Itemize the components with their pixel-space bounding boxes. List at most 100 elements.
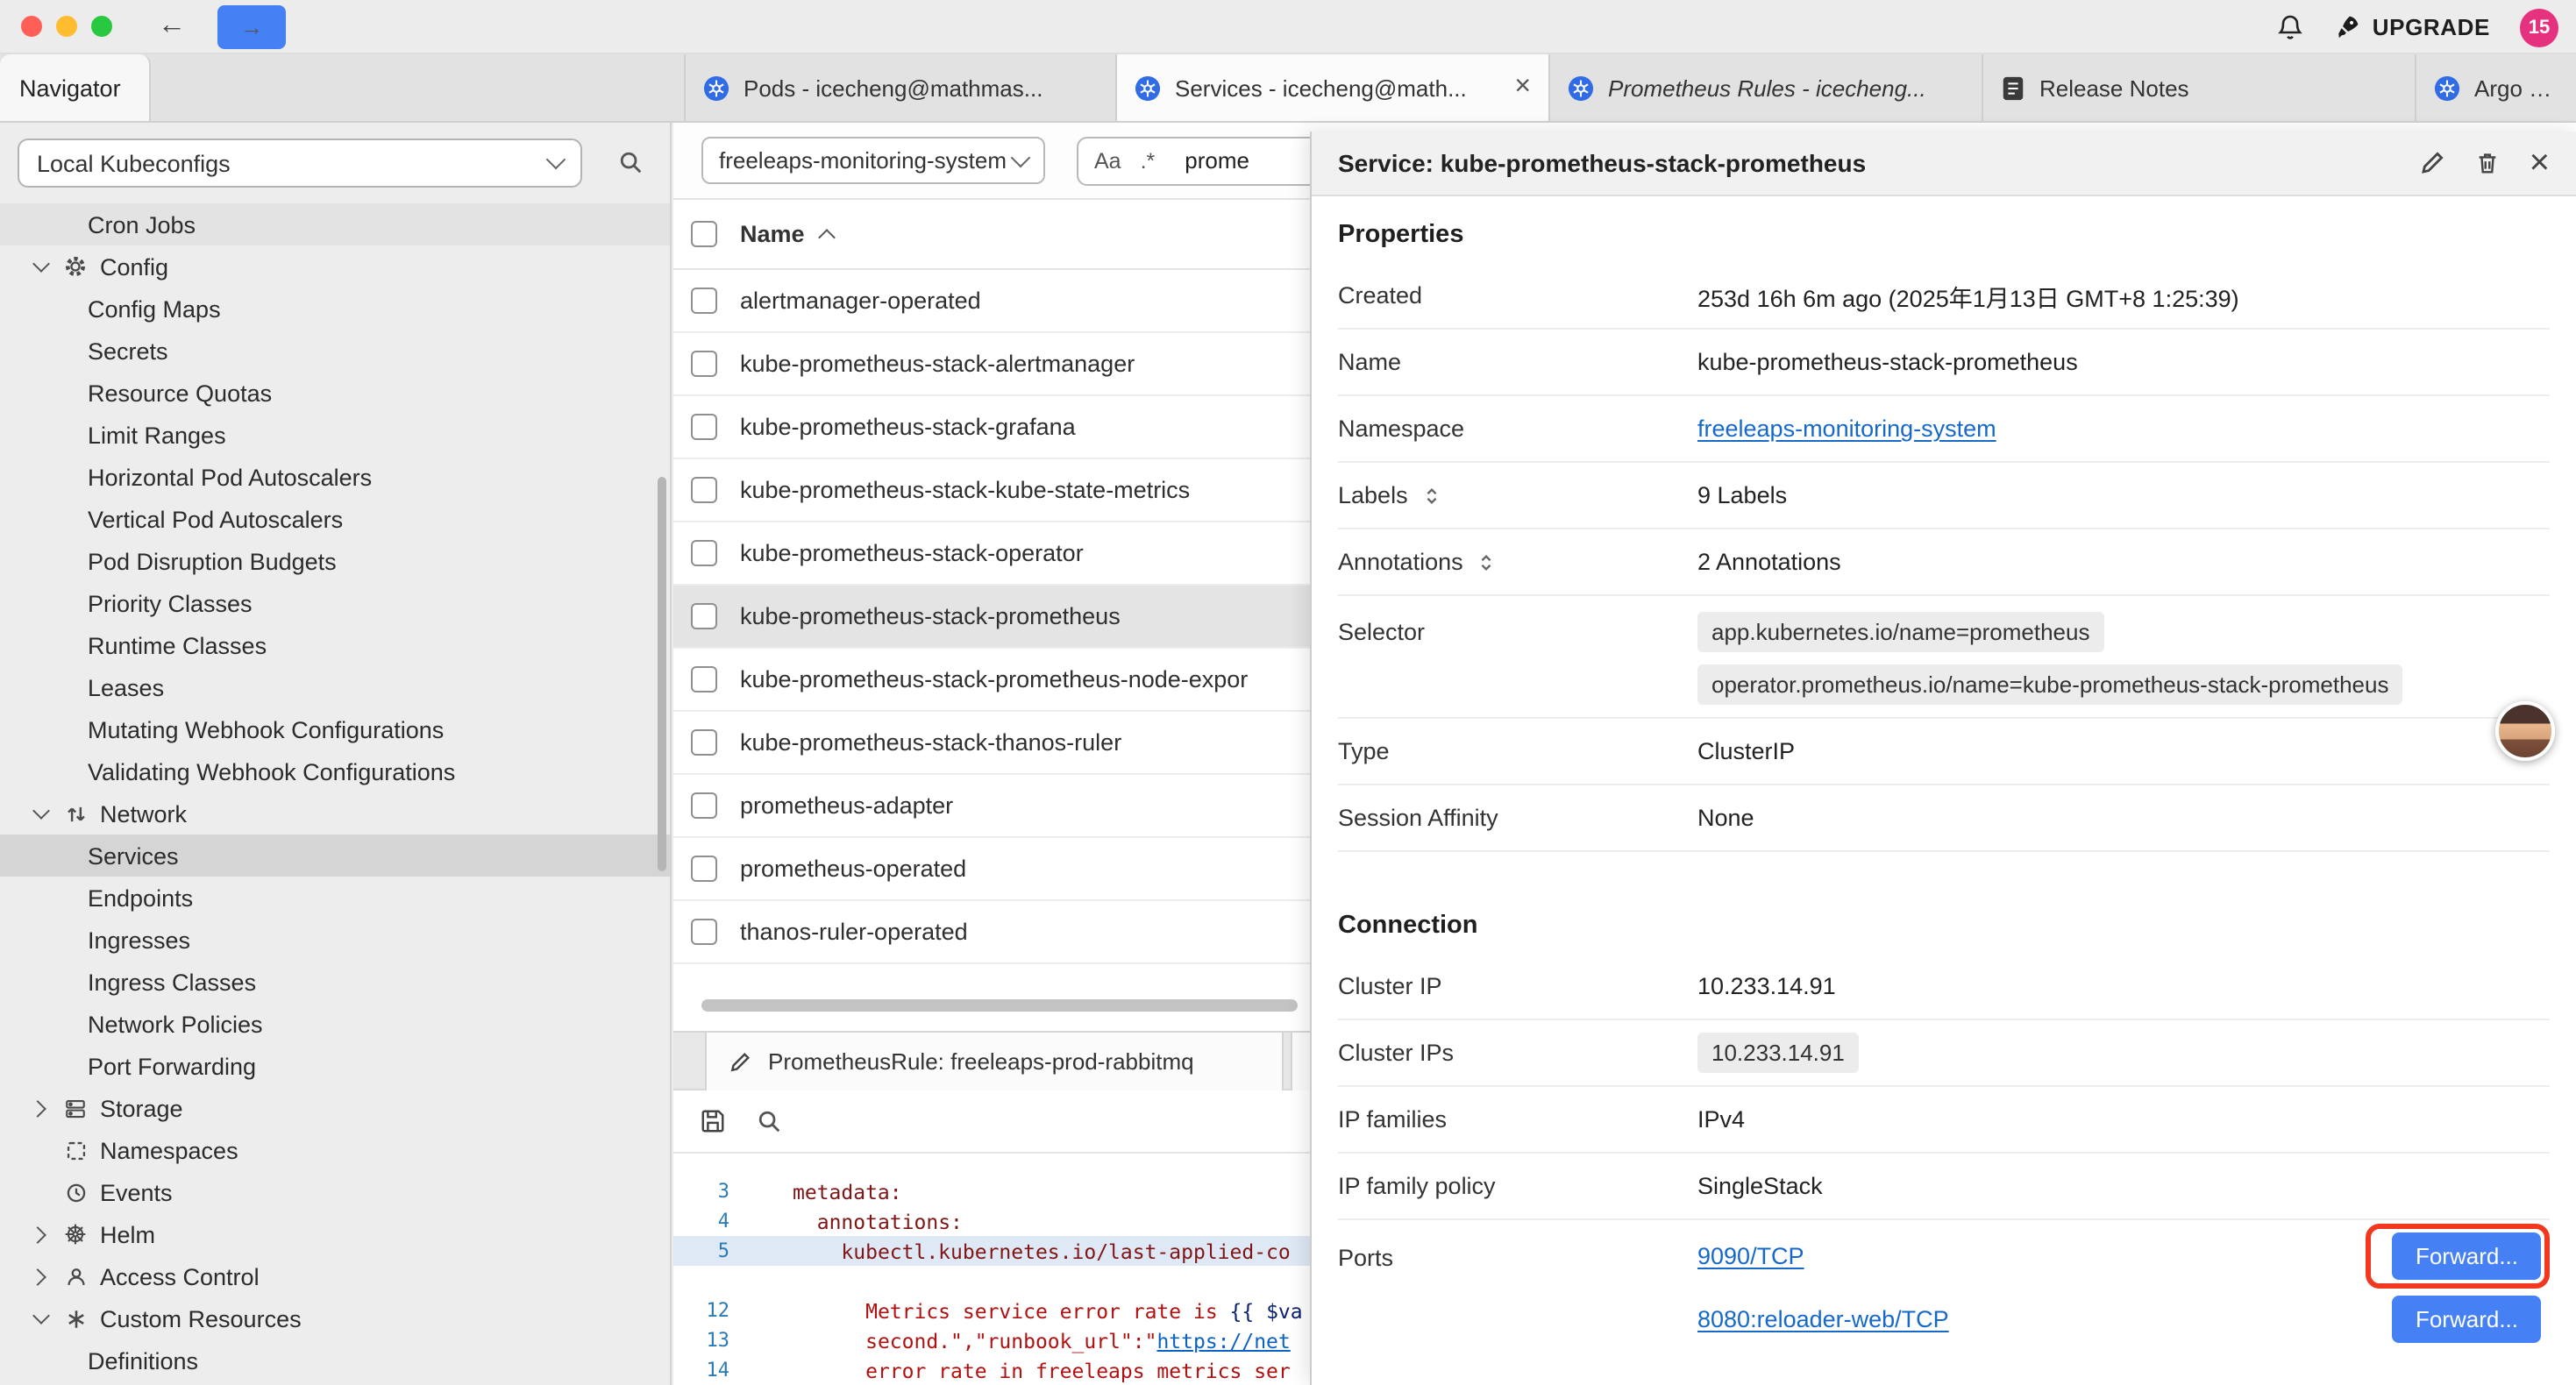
sidebar-item-limit-ranges[interactable]: Limit Ranges	[0, 414, 672, 456]
chevron-down-icon[interactable]	[25, 1297, 56, 1339]
sidebar-item-resource-quotas[interactable]: Resource Quotas	[0, 372, 672, 414]
annotations-label: Annotations	[1338, 549, 1463, 575]
row-checkbox[interactable]	[691, 792, 717, 819]
search-icon[interactable]	[617, 149, 644, 175]
tab-release-notes[interactable]: Release Notes	[1983, 54, 2416, 121]
sidebar-scrollbar-thumb[interactable]	[658, 477, 666, 871]
sort-ascending-icon[interactable]	[818, 229, 836, 246]
namespace-link[interactable]: freeleaps-monitoring-system	[1697, 416, 1996, 442]
sidebar-item-priority-classes[interactable]: Priority Classes	[0, 582, 672, 624]
sidebar-item-custom-resources[interactable]: Custom Resources	[0, 1297, 672, 1339]
edit-pencil-icon[interactable]	[2419, 149, 2447, 177]
forward-button[interactable]: Forward...	[2393, 1295, 2541, 1342]
sidebar-item-leases[interactable]: Leases	[0, 666, 672, 708]
navigator-tree: Cron Jobs Config Config Maps Secrets Res…	[0, 203, 672, 1381]
row-checkbox[interactable]	[691, 666, 717, 692]
chevron-down-icon[interactable]	[25, 245, 56, 288]
row-checkbox[interactable]	[691, 540, 717, 566]
chevron-right-icon[interactable]	[25, 1213, 56, 1255]
row-checkbox[interactable]	[691, 414, 717, 440]
sidebar-item-ingresses[interactable]: Ingresses	[0, 919, 672, 961]
row-checkbox[interactable]	[691, 288, 717, 314]
horizontal-scrollbar-thumb[interactable]	[701, 999, 1298, 1012]
line-number: 4	[673, 1210, 751, 1232]
tab-label: Argo Se...	[2474, 75, 2558, 101]
row-checkbox[interactable]	[691, 351, 717, 377]
sidebar-item-secrets[interactable]: Secrets	[0, 330, 672, 372]
sidebar-item-horizontal-pod-autoscalers[interactable]: Horizontal Pod Autoscalers	[0, 456, 672, 498]
sidebar-item-helm[interactable]: Helm	[0, 1213, 672, 1255]
row-checkbox[interactable]	[691, 729, 717, 756]
sidebar-item-events[interactable]: Events	[0, 1171, 672, 1213]
sidebar-item-endpoints[interactable]: Endpoints	[0, 877, 672, 919]
cluster-ip-value: 10.233.14.91	[1697, 973, 1836, 999]
service-name: prometheus-adapter	[740, 792, 953, 819]
sidebar-item-ingress-classes[interactable]: Ingress Classes	[0, 961, 672, 1003]
sidebar-item-storage[interactable]: Storage	[0, 1087, 672, 1129]
sidebar-item-port-forwarding[interactable]: Port Forwarding	[0, 1045, 672, 1087]
back-button[interactable]: ←	[158, 12, 186, 40]
forward-button[interactable]: Forward...	[2393, 1232, 2541, 1279]
delete-trash-icon[interactable]	[2475, 149, 2501, 177]
chevron-down-icon[interactable]	[25, 792, 56, 835]
save-icon[interactable]	[700, 1108, 726, 1134]
sidebar-item-label: Runtime Classes	[88, 632, 267, 658]
regex-toggle[interactable]: .*	[1141, 148, 1156, 173]
row-checkbox[interactable]	[691, 919, 717, 945]
minimize-window-button[interactable]	[56, 16, 77, 37]
navigator-panel-tab[interactable]: Navigator	[0, 54, 151, 121]
sidebar-item-services[interactable]: Services	[0, 835, 672, 877]
sidebar-item-mutating-webhook-configurations[interactable]: Mutating Webhook Configurations	[0, 708, 672, 750]
name-column-header[interactable]: Name	[740, 221, 805, 247]
tab-prometheus-rules[interactable]: Prometheus Rules - icecheng...	[1550, 54, 1983, 121]
tab-label: Release Notes	[2039, 75, 2397, 101]
sidebar-item-vertical-pod-autoscalers[interactable]: Vertical Pod Autoscalers	[0, 498, 672, 540]
expand-updown-icon[interactable]	[1477, 551, 1497, 572]
port-link[interactable]: 8080:reloader-web/TCP	[1697, 1305, 1949, 1332]
sidebar-item-network-policies[interactable]: Network Policies	[0, 1003, 672, 1045]
kubeconfig-selector[interactable]: Local Kubeconfigs	[18, 138, 582, 188]
selector-chip: operator.prometheus.io/name=kube-prometh…	[1697, 664, 2403, 705]
sidebar-item-network[interactable]: Network	[0, 792, 672, 835]
user-avatar	[2495, 701, 2555, 761]
row-checkbox[interactable]	[691, 856, 717, 882]
tab-services[interactable]: Services - icecheng@math... ×	[1117, 54, 1550, 121]
chevron-right-icon[interactable]	[25, 1255, 56, 1297]
sidebar-item-config-maps[interactable]: Config Maps	[0, 288, 672, 330]
close-icon[interactable]: ×	[2530, 146, 2550, 181]
sidebar-item-definitions[interactable]: Definitions	[0, 1339, 672, 1381]
service-name: kube-prometheus-stack-alertmanager	[740, 351, 1135, 377]
sidebar-item-pod-disruption-budgets[interactable]: Pod Disruption Budgets	[0, 540, 672, 582]
close-window-button[interactable]	[21, 16, 42, 37]
row-checkbox[interactable]	[691, 603, 717, 629]
namespace-filter-select[interactable]: freeleaps-monitoring-system	[701, 137, 1045, 184]
notification-count-badge[interactable]: 15	[2520, 8, 2558, 46]
zoom-window-button[interactable]	[91, 16, 112, 37]
sidebar-item-label: Storage	[100, 1095, 183, 1121]
sidebar-item-label: Endpoints	[88, 884, 193, 911]
notifications-bell-icon[interactable]	[2276, 12, 2304, 42]
upgrade-button[interactable]: UPGRADE	[2334, 14, 2490, 40]
chevron-right-icon[interactable]	[25, 1087, 56, 1129]
close-tab-icon[interactable]: ×	[1514, 74, 1531, 102]
sidebar-item-runtime-classes[interactable]: Runtime Classes	[0, 624, 672, 666]
match-case-toggle[interactable]: Aa	[1094, 148, 1121, 173]
kubernetes-icon	[1135, 75, 1161, 101]
tab-pods[interactable]: Pods - icecheng@mathmas...	[684, 54, 1117, 121]
expand-updown-icon[interactable]	[1422, 485, 1441, 506]
forward-button[interactable]: →	[217, 4, 286, 48]
sidebar-item-cron-jobs[interactable]: Cron Jobs	[0, 203, 672, 245]
drawer-row-ip-family-policy: IP family policy SingleStack	[1338, 1154, 2550, 1220]
sidebar-item-namespaces[interactable]: Namespaces	[0, 1129, 672, 1171]
row-checkbox[interactable]	[691, 477, 717, 503]
sidebar-item-access-control[interactable]: Access Control	[0, 1255, 672, 1297]
search-icon[interactable]	[756, 1108, 782, 1134]
sidebar-item-config[interactable]: Config	[0, 245, 672, 288]
port-link[interactable]: 9090/TCP	[1697, 1242, 1804, 1268]
select-all-checkbox[interactable]	[691, 221, 717, 247]
drawer-row-cluster-ips: Cluster IPs 10.233.14.91	[1338, 1020, 2550, 1087]
tab-argo[interactable]: Argo Se...	[2416, 54, 2576, 121]
sidebar-item-validating-webhook-configurations[interactable]: Validating Webhook Configurations	[0, 750, 672, 792]
editor-tab-prometheusrule[interactable]: PrometheusRule: freeleaps-prod-rabbitmq	[705, 1033, 1284, 1090]
sidebar-item-label: Definitions	[88, 1347, 198, 1374]
